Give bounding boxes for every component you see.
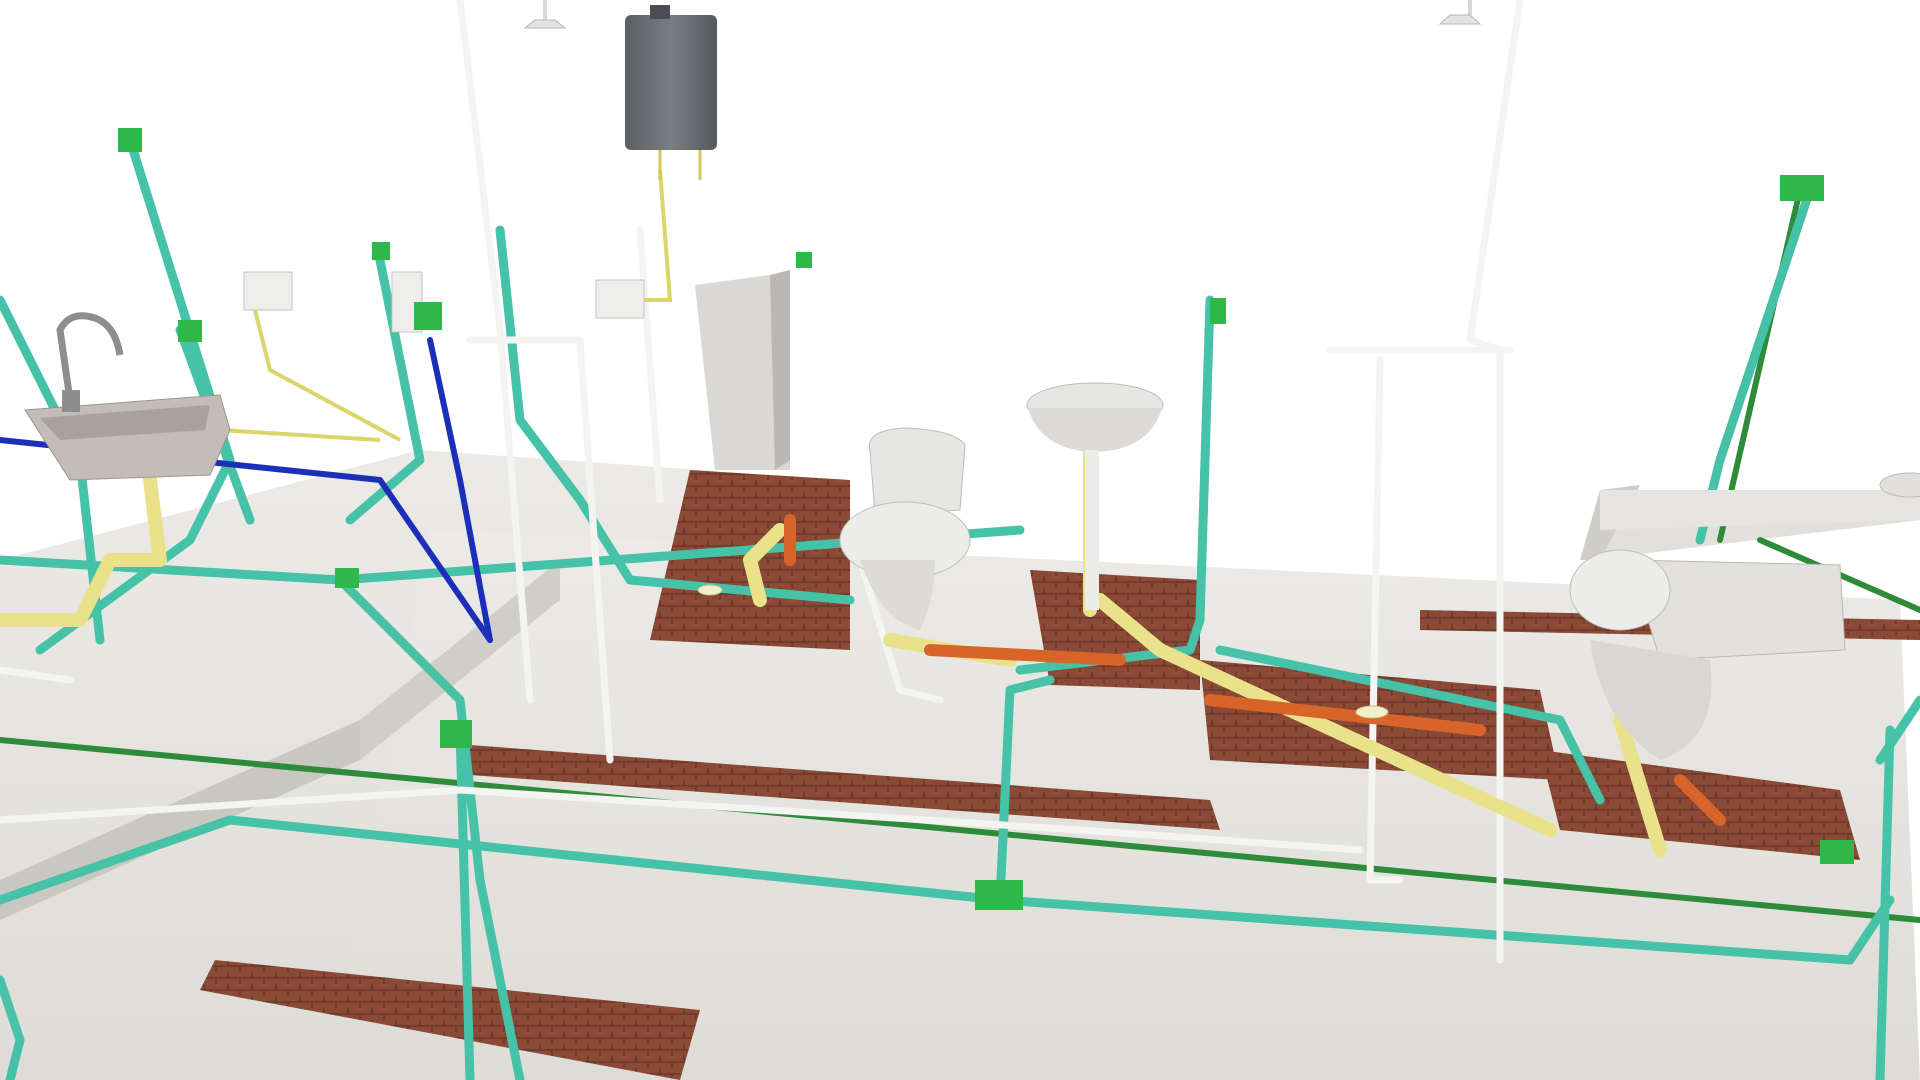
plumbing-3d-viewport[interactable] [0, 0, 1920, 1080]
junction-box-icon [1780, 175, 1824, 201]
junction-box-icon [440, 720, 472, 748]
switch-boxes [243, 271, 645, 333]
counter-block [1600, 472, 1920, 530]
plumbing-scene-render[interactable] [0, 0, 1920, 1080]
junction-box-icon [178, 320, 202, 342]
cistern-tank [695, 270, 790, 470]
junction-box-icon [372, 242, 390, 260]
shower-head-icon [523, 0, 567, 29]
junction-box-icon [796, 252, 812, 268]
junction-box-icon [414, 302, 442, 330]
shower-head-icon [1438, 0, 1482, 25]
junction-box-icon [1820, 840, 1854, 864]
junction-box-icon [975, 880, 1023, 910]
junction-box-icon [335, 568, 359, 588]
junction-box-icon [118, 128, 142, 152]
water-heater-icon[interactable] [625, 5, 717, 180]
junction-box-icon [1210, 298, 1226, 324]
